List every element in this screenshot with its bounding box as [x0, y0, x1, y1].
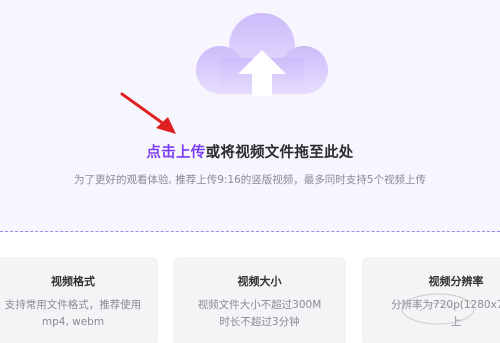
resolution-card-line-2: 上: [450, 316, 462, 328]
drag-hint-text: 或将视频文件拖至此处: [205, 145, 354, 161]
size-card: 视频大小 视频文件大小不超过300M 时长不超过3分钟: [173, 257, 346, 343]
format-card-title: 视频格式: [51, 275, 95, 288]
upload-prompt: 点击上传或将视频文件拖至此处: [0, 141, 500, 162]
red-arrow-icon: [120, 92, 176, 134]
size-card-title: 视频大小: [237, 275, 282, 288]
size-card-line-2: 时长不超过3分钟: [219, 316, 300, 328]
upload-drop-zone[interactable]: 点击上传或将视频文件拖至此处 为了更好的观看体验, 推荐上传9:16的竖版视频，…: [0, 0, 500, 232]
upload-cloud-icon[interactable]: [192, 8, 332, 100]
resolution-card-line-1: 分辨率为720p(1280x720): [391, 299, 500, 311]
format-card-line-2: mp4, webm: [41, 316, 105, 328]
resolution-card: 视频分辨率 分辨率为720p(1280x720) 上: [362, 257, 500, 343]
format-card: 视频格式 支持常用文件格式，推荐使用 mp4, webm: [0, 257, 158, 343]
click-upload-link[interactable]: 点击上传: [146, 145, 205, 161]
upload-recommendation: 为了更好的观看体验, 推荐上传9:16的竖版视频，最多同时支持5个视频上传: [74, 174, 426, 186]
resolution-card-title: 视频分辨率: [428, 275, 484, 288]
format-card-line-1: 支持常用文件格式，推荐使用: [4, 299, 142, 311]
size-card-line-1: 视频文件大小不超过300M: [197, 299, 322, 311]
